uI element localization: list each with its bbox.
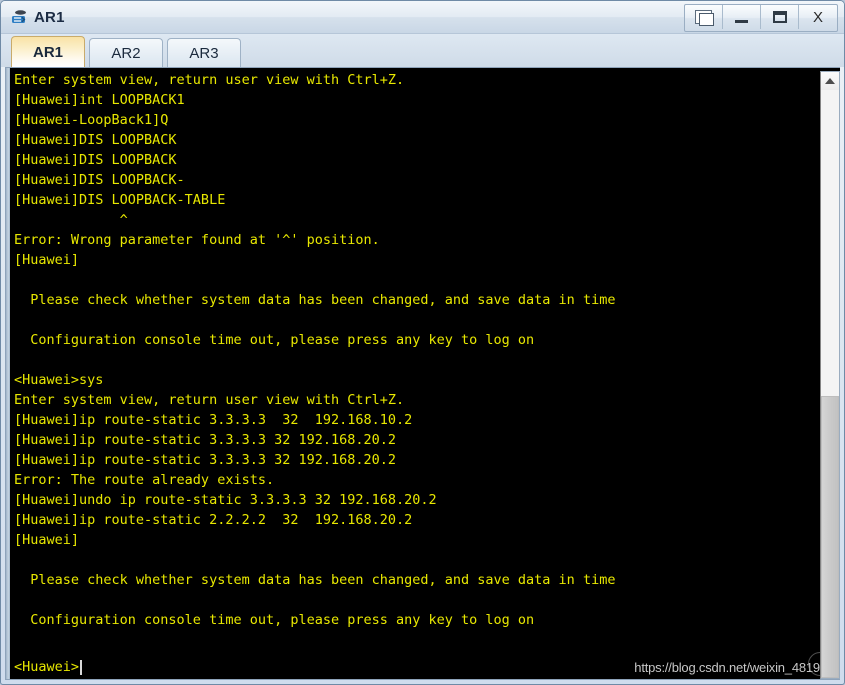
terminal-line: [Huawei] xyxy=(14,252,80,268)
maximize-button[interactable] xyxy=(761,5,799,29)
vertical-scrollbar[interactable] xyxy=(820,71,840,679)
terminal-line: Please check whether system data has bee… xyxy=(14,292,616,308)
window-controls: X xyxy=(684,4,838,32)
terminal-line: Error: Wrong parameter found at '^' posi… xyxy=(14,232,380,248)
terminal-line: [Huawei]int LOOPBACK1 xyxy=(14,92,185,108)
scrollbar-track[interactable] xyxy=(821,90,839,678)
terminal-line: Please check whether system data has bee… xyxy=(14,572,616,588)
device-console-window: AR1 X AR1 AR2 AR3 Enter system view, ret… xyxy=(0,0,845,685)
text-cursor xyxy=(80,659,83,675)
minimize-button[interactable] xyxy=(723,5,761,29)
window-title: AR1 xyxy=(34,8,65,26)
tab-ar1-label: AR1 xyxy=(32,43,63,61)
terminal-prompt-line[interactable]: <Huawei> xyxy=(14,657,83,677)
router-icon xyxy=(9,7,29,27)
terminal-line: [Huawei]undo ip route-static 3.3.3.3 32 … xyxy=(14,492,437,508)
terminal-line: [Huawei] xyxy=(14,532,80,548)
terminal-line: [Huawei-LoopBack1]Q xyxy=(14,112,169,128)
tab-ar3[interactable]: AR3 xyxy=(167,38,241,67)
terminal-line: [Huawei]ip route-static 3.3.3.3 32 192.1… xyxy=(14,452,397,468)
chevron-up-icon xyxy=(825,78,835,84)
close-icon: X xyxy=(812,8,823,26)
terminal-line: [Huawei]DIS LOOPBACK xyxy=(14,132,177,148)
minimize-icon xyxy=(735,19,748,23)
terminal-line: [Huawei]DIS LOOPBACK xyxy=(14,152,177,168)
close-button[interactable]: X xyxy=(799,5,837,29)
terminal-line: <Huawei>sys xyxy=(14,372,104,388)
terminal-output[interactable]: Enter system view, return user view with… xyxy=(10,68,840,679)
scroll-up-button[interactable] xyxy=(821,72,839,90)
maximize-icon xyxy=(772,11,787,23)
title-bar: AR1 X xyxy=(1,1,844,34)
cascade-front-icon xyxy=(699,13,714,26)
restore-window-button[interactable] xyxy=(685,5,723,29)
terminal-line: [Huawei]ip route-static 3.3.3.3 32 192.1… xyxy=(14,412,413,428)
tab-strip: AR1 AR2 AR3 xyxy=(1,34,844,67)
terminal-line: [Huawei]DIS LOOPBACK-TABLE xyxy=(14,192,226,208)
tab-ar3-label: AR3 xyxy=(189,44,219,62)
terminal-line: Enter system view, return user view with… xyxy=(14,392,405,408)
watermark-text: https://blog.csdn.net/weixin_481908 xyxy=(634,660,834,675)
terminal-line: [Huawei]ip route-static 3.3.3.3 32 192.1… xyxy=(14,432,397,448)
terminal-line: Configuration console time out, please p… xyxy=(14,612,535,628)
terminal-line: ^ xyxy=(14,212,128,228)
tab-ar2-label: AR2 xyxy=(111,44,141,62)
tab-ar2[interactable]: AR2 xyxy=(89,38,163,67)
terminal-prompt-text: <Huawei> xyxy=(14,659,80,675)
terminal-area: Enter system view, return user view with… xyxy=(5,67,840,680)
scrollbar-thumb[interactable] xyxy=(821,395,839,678)
terminal-line: Error: The route already exists. xyxy=(14,472,275,488)
terminal-line-list: Enter system view, return user view with… xyxy=(14,70,840,650)
terminal-line: [Huawei]DIS LOOPBACK- xyxy=(14,172,185,188)
terminal-line: Configuration console time out, please p… xyxy=(14,332,535,348)
tab-ar1[interactable]: AR1 xyxy=(11,36,85,67)
terminal-line: [Huawei]ip route-static 2.2.2.2 32 192.1… xyxy=(14,512,413,528)
terminal-line: Enter system view, return user view with… xyxy=(14,72,405,88)
